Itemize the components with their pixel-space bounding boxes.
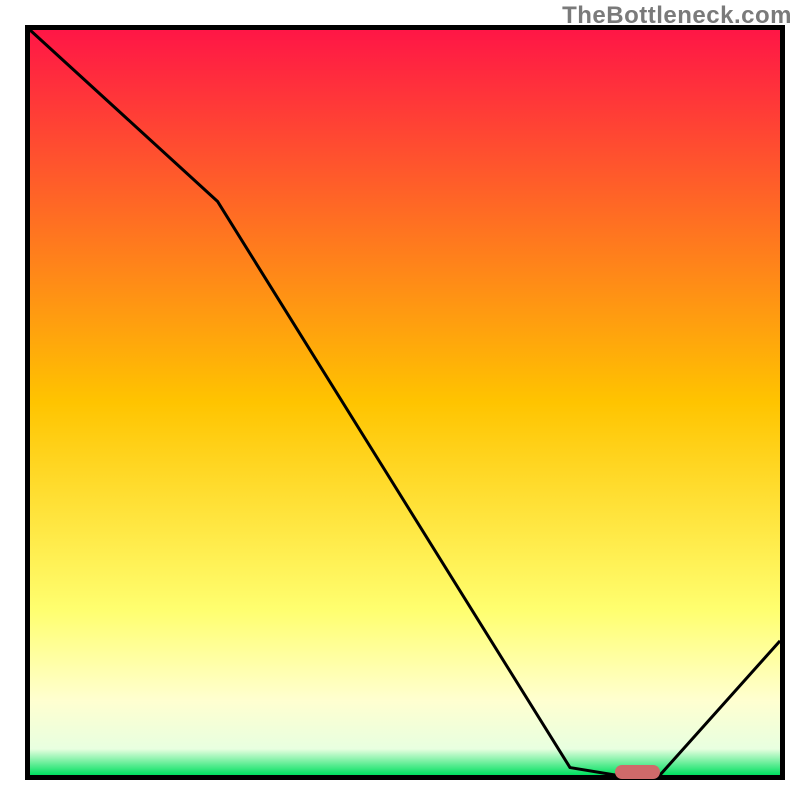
bottleneck-chart <box>0 0 800 800</box>
frame-right <box>780 30 785 780</box>
frame-left <box>25 30 30 780</box>
plot-background <box>30 30 780 775</box>
frame-bottom <box>25 775 785 780</box>
frame-top <box>25 25 785 30</box>
optimal-range-marker <box>615 765 660 779</box>
chart-container: TheBottleneck.com <box>0 0 800 800</box>
